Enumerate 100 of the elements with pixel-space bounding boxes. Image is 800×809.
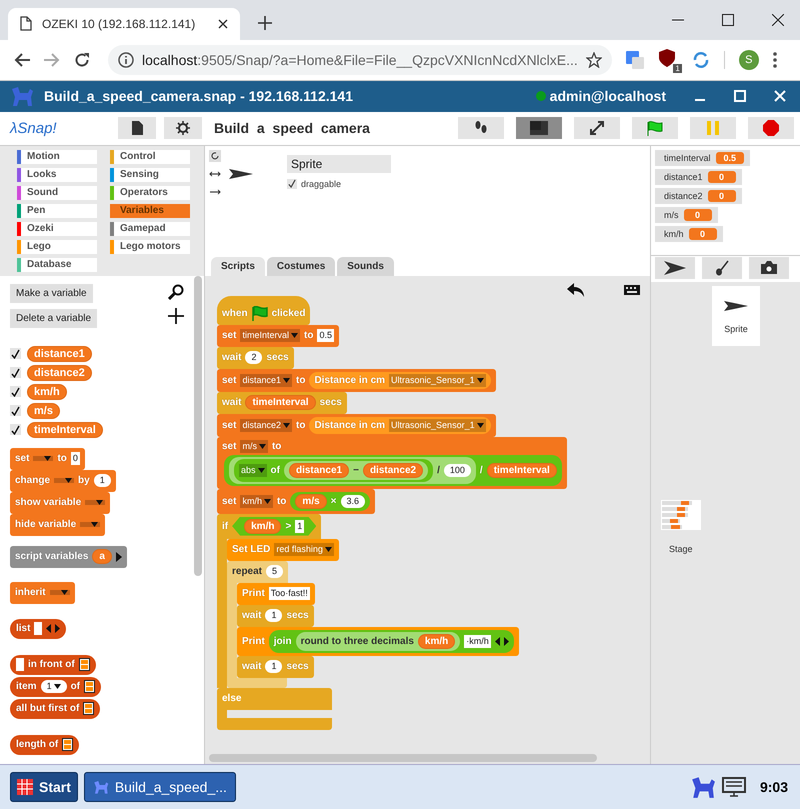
number-slot[interactable]: 3.6 bbox=[340, 494, 366, 508]
sync-icon[interactable] bbox=[692, 50, 710, 69]
category-button[interactable]: Operators bbox=[110, 186, 190, 200]
keyboard-icon[interactable] bbox=[624, 284, 640, 295]
dropdown-slot[interactable]: distance1 bbox=[240, 374, 292, 387]
dropdown-slot[interactable]: timeInterval bbox=[240, 329, 300, 342]
arrows-icon[interactable] bbox=[494, 636, 509, 646]
paint-button[interactable] bbox=[702, 256, 742, 279]
reporter-block[interactable]: list bbox=[10, 618, 66, 639]
empty-slot[interactable] bbox=[16, 658, 24, 672]
checkbox[interactable] bbox=[10, 348, 21, 360]
category-button[interactable]: Variables bbox=[110, 204, 190, 218]
dropdown-slot[interactable] bbox=[54, 478, 74, 484]
command-block[interactable]: set distance2 to Distance in cm Ultrasonic_Sensor_1 bbox=[217, 414, 496, 437]
turtle-sprite-button[interactable] bbox=[655, 256, 695, 279]
text-slot[interactable]: Too·fast!! bbox=[268, 587, 310, 600]
plus-icon[interactable] bbox=[168, 308, 184, 324]
checkbox[interactable] bbox=[10, 424, 21, 436]
expand-arrow-icon[interactable] bbox=[116, 552, 122, 562]
checkbox[interactable] bbox=[287, 178, 297, 189]
command-block[interactable]: set m/s to abs of distance1 − distance2 / 100 / timeInterval bbox=[217, 436, 567, 489]
maximize-icon[interactable] bbox=[722, 14, 734, 26]
category-button[interactable]: Looks bbox=[17, 168, 97, 182]
command-block[interactable]: set km/h to m/s × 3.6 bbox=[217, 488, 376, 514]
number-slot[interactable]: 1 bbox=[265, 660, 282, 674]
dropdown-slot[interactable] bbox=[50, 590, 70, 596]
undo-icon[interactable] bbox=[566, 282, 586, 298]
command-block[interactable]: set timeInterval to 0.5 bbox=[217, 324, 339, 347]
settings-button[interactable] bbox=[164, 117, 202, 140]
palette-button[interactable]: Make a variable bbox=[10, 284, 93, 303]
category-button[interactable]: Sensing bbox=[110, 168, 190, 182]
editor-tab[interactable]: Scripts bbox=[211, 256, 265, 276]
editor-tab[interactable]: Costumes bbox=[266, 256, 336, 276]
empty-slot[interactable] bbox=[34, 622, 42, 636]
number-slot[interactable]: 5 bbox=[266, 565, 284, 578]
category-button[interactable]: Database bbox=[17, 258, 97, 272]
text-slot[interactable]: 0 bbox=[70, 452, 80, 466]
command-block[interactable]: change by 1 bbox=[10, 470, 116, 492]
translate-icon[interactable] bbox=[626, 50, 644, 69]
sprite-icon[interactable]: Sprite bbox=[712, 286, 760, 346]
number-slot[interactable]: 100 bbox=[444, 464, 471, 477]
checkbox[interactable] bbox=[10, 367, 21, 378]
number-slot[interactable]: 1 bbox=[94, 474, 111, 488]
command-block[interactable]: set to 0 bbox=[10, 448, 85, 470]
browser-tab[interactable]: OZEKI 10 (192.168.112.141) bbox=[8, 8, 240, 40]
back-icon[interactable] bbox=[14, 52, 30, 67]
scrollbar[interactable] bbox=[209, 754, 597, 762]
star-icon[interactable] bbox=[586, 52, 602, 68]
command-block[interactable]: set distance1 to Distance in cm Ultrasonic_Sensor_1 bbox=[217, 368, 496, 392]
text-slot[interactable]: 0.5 bbox=[317, 329, 334, 342]
command-block[interactable]: Print Too·fast!! bbox=[237, 582, 315, 605]
new-tab-icon[interactable] bbox=[258, 16, 272, 30]
number-slot[interactable]: 1 bbox=[40, 680, 67, 694]
number-slot[interactable]: 1 bbox=[265, 609, 282, 622]
reload-icon[interactable] bbox=[74, 52, 90, 68]
stop-button[interactable] bbox=[748, 117, 794, 140]
command-block[interactable]: wait 1 secs bbox=[237, 656, 314, 678]
reporter-block[interactable]: item 1 of bbox=[10, 676, 102, 697]
dropdown-slot[interactable] bbox=[85, 500, 106, 506]
palette-button[interactable]: Delete a variable bbox=[10, 308, 98, 328]
fullscreen-button[interactable] bbox=[574, 117, 620, 140]
command-block[interactable]: wait 1 secs bbox=[237, 604, 314, 627]
category-button[interactable]: Ozeki bbox=[17, 222, 97, 236]
category-button[interactable]: Lego motors bbox=[110, 240, 190, 254]
dropdown-slot[interactable]: km/h bbox=[240, 494, 273, 508]
close-icon[interactable] bbox=[218, 18, 228, 29]
sprite-name-field[interactable]: Sprite bbox=[287, 154, 391, 173]
close-icon[interactable] bbox=[772, 14, 784, 26]
reporter-block[interactable]: length of bbox=[10, 734, 80, 755]
category-button[interactable]: Motion bbox=[17, 150, 97, 164]
dropdown-slot[interactable]: distance2 bbox=[240, 418, 292, 432]
text-slot[interactable]: 1 bbox=[295, 520, 304, 533]
stage-size-button[interactable] bbox=[516, 117, 562, 140]
number-slot[interactable]: 2 bbox=[245, 351, 262, 364]
c-block-top[interactable]: if km/h > 1 bbox=[217, 514, 322, 539]
checkbox[interactable] bbox=[10, 405, 21, 416]
search-icon[interactable] bbox=[168, 284, 184, 300]
checkbox[interactable] bbox=[10, 386, 21, 398]
reporter-block[interactable]: in front of bbox=[10, 654, 96, 675]
menu-icon[interactable] bbox=[772, 52, 777, 68]
dropdown-slot[interactable] bbox=[33, 456, 54, 462]
start-button[interactable]: Start bbox=[10, 772, 78, 802]
file-menu-button[interactable] bbox=[118, 117, 156, 140]
category-button[interactable]: Gamepad bbox=[110, 222, 190, 236]
command-block[interactable]: wait 2 secs bbox=[217, 346, 294, 369]
address-field[interactable]: localhost:9505/Snap/?a=Home&File=File__QzpcVXNIcnNcdXNlclxE... bbox=[108, 44, 612, 75]
monitor-icon[interactable] bbox=[722, 777, 746, 798]
category-button[interactable]: Sound bbox=[17, 186, 97, 200]
category-button[interactable]: Control bbox=[110, 150, 190, 164]
category-button[interactable]: Lego bbox=[17, 240, 97, 254]
text-slot[interactable]: ·km/h bbox=[464, 634, 491, 648]
camera-button[interactable] bbox=[749, 256, 789, 279]
editor-tab[interactable]: Sounds bbox=[337, 256, 394, 276]
arrows-icon[interactable] bbox=[46, 624, 60, 634]
taskbar-window-button[interactable]: Build_a_speed_... bbox=[84, 772, 236, 802]
footprints-button[interactable] bbox=[458, 117, 504, 140]
snap-logo[interactable]: λSnap! bbox=[10, 120, 110, 137]
scrollbar[interactable] bbox=[194, 276, 202, 576]
dropdown-slot[interactable]: m/s bbox=[240, 440, 268, 453]
stage-thumbnail-drawing[interactable] bbox=[661, 500, 701, 530]
